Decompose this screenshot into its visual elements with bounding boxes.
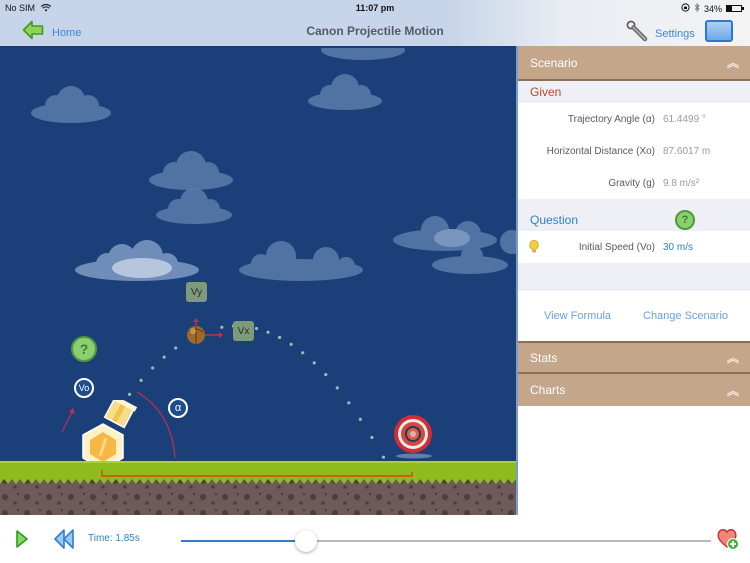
charts-title: Charts: [530, 383, 566, 397]
trajectory-dot: [370, 435, 374, 440]
rewind-button[interactable]: [52, 528, 76, 555]
initial-velocity-arrow: [61, 411, 73, 433]
lightbulb-hint-icon[interactable]: [529, 240, 539, 257]
settings-button[interactable]: Settings: [626, 20, 695, 47]
given-field-value: 61.4499 °: [663, 113, 706, 125]
trajectory-dot: [277, 335, 282, 340]
given-subheader: Given: [518, 81, 750, 103]
stats-title: Stats: [530, 350, 558, 365]
trajectory-dot: [139, 378, 143, 382]
game-scene[interactable]: Vy Vx ? Vo α Xo: [0, 46, 516, 515]
battery-icon: [726, 5, 744, 12]
given-row: Gravity (g) 9.8 m/s²: [518, 167, 750, 199]
home-label: Home: [52, 26, 82, 39]
favorite-add-button[interactable]: [716, 527, 740, 556]
trajectory-dot: [162, 355, 166, 359]
dirt-ground: [0, 475, 516, 515]
home-button[interactable]: Home: [22, 20, 81, 45]
given-field-value: 87.6017 m: [663, 145, 711, 157]
cannonball[interactable]: [183, 318, 231, 348]
change-scenario-link[interactable]: Change Scenario: [643, 310, 728, 322]
status-time: 11:07 pm: [355, 3, 395, 13]
spacer: [518, 263, 750, 291]
wrench-icon: [626, 20, 648, 47]
given-row: Horizontal Distance (Xo) 87.6017 m: [518, 135, 750, 167]
collapse-chevron-icon: ︽: [726, 56, 739, 70]
question-label: Question: [530, 213, 579, 227]
given-field-label: Trajectory Angle (α): [567, 113, 655, 125]
scenario-links: View Formula Change Scenario: [518, 291, 750, 341]
trajectory-dot: [289, 342, 293, 346]
trajectory-dot: [266, 330, 270, 334]
dirt-texture: [0, 475, 516, 515]
vo-badge[interactable]: Vo: [74, 378, 94, 398]
given-field-label: Horizontal Distance (Xo): [546, 145, 655, 157]
scenario-section-header[interactable]: Scenario ︽: [518, 46, 750, 81]
given-list: Trajectory Angle (α) 61.4499 ° Horizontal …: [518, 103, 750, 199]
trajectory-dot: [127, 392, 132, 396]
trajectory-dot: [324, 372, 328, 377]
given-field-label: Gravity (g): [608, 177, 655, 189]
battery-level: [727, 6, 732, 11]
top-bar: No SIM 11:07 pm 34% Home Canon Projectil…: [0, 0, 750, 46]
target[interactable]: [390, 412, 438, 460]
collapse-chevron-icon: ︽: [726, 383, 739, 398]
trajectory-dot: [381, 455, 386, 459]
status-right: 34%: [681, 2, 744, 14]
trajectory-dot: [335, 386, 339, 390]
app-root: No SIM 11:07 pm 34% Home Canon Projectil…: [0, 0, 750, 563]
time-slider-thumb[interactable]: [294, 530, 317, 552]
trajectory-dot: [151, 366, 155, 370]
help-bubble-button[interactable]: ?: [71, 336, 97, 362]
question-field-label: Initial Speed (Vo): [578, 241, 655, 253]
view-toggle-button[interactable]: [705, 20, 733, 42]
back-arrow-icon: [22, 20, 44, 45]
charts-section-header[interactable]: Charts ︽: [518, 374, 750, 406]
view-formula-link[interactable]: View Formula: [544, 310, 611, 322]
trajectory-dot: [312, 361, 316, 365]
distance-line: [101, 470, 413, 477]
trajectory-dot: [347, 401, 351, 405]
play-button[interactable]: [15, 529, 29, 554]
given-row: Trajectory Angle (α) 61.4499 °: [518, 103, 750, 135]
vy-label: Vy: [186, 282, 207, 302]
time-slider[interactable]: [181, 530, 711, 552]
scenario-title: Scenario: [530, 55, 578, 70]
question-help-button[interactable]: ?: [675, 210, 695, 230]
time-slider-fill: [181, 540, 306, 542]
trajectory-dot: [301, 351, 305, 355]
stats-section-header[interactable]: Stats ︽: [518, 341, 750, 374]
battery-percent: 34%: [703, 3, 722, 14]
question-subheader: Question ?: [518, 209, 750, 231]
trajectory-dot: [174, 346, 178, 350]
settings-label: Settings: [655, 27, 695, 40]
side-panel: Scenario ︽ Given Trajectory Angle (α) 61.…: [516, 46, 750, 515]
bluetooth-icon: [694, 2, 700, 14]
vx-label: Vx: [233, 321, 254, 341]
question-field-value: 30 m/s: [663, 241, 694, 253]
playback-bar: Time: 1.85s: [0, 515, 750, 563]
trajectory-dot: [358, 417, 362, 421]
time-readout: Time: 1.85s: [88, 533, 140, 544]
collapse-chevron-icon: ︽: [726, 351, 739, 365]
given-field-value: 9.8 m/s²: [663, 177, 700, 189]
spacer: [518, 199, 750, 209]
trajectory-dot: [254, 326, 259, 331]
orientation-lock-icon: [681, 3, 690, 14]
alpha-badge[interactable]: α: [168, 398, 188, 418]
question-row: Initial Speed (Vo) 30 m/s: [518, 231, 750, 263]
